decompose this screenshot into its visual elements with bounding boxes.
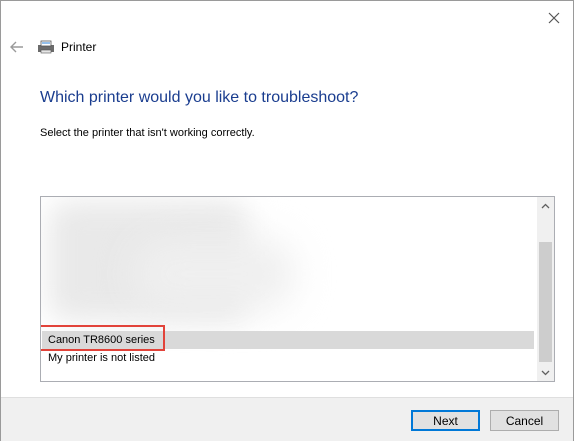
- printer-list-item-not-listed[interactable]: My printer is not listed: [42, 349, 534, 367]
- page-heading: Which printer would you like to troubles…: [40, 89, 359, 106]
- troubleshooter-window: Printer Which printer would you like to …: [0, 0, 574, 441]
- instruction-text: Select the printer that isn't working co…: [40, 127, 255, 139]
- window-title: Printer: [61, 40, 97, 54]
- back-button[interactable]: [7, 38, 27, 56]
- scroll-down-button[interactable]: [537, 364, 554, 381]
- blurred-printer-entries: [44, 199, 534, 327]
- scroll-thumb[interactable]: [539, 242, 552, 362]
- close-button[interactable]: [543, 7, 565, 29]
- printer-listbox[interactable]: Canon TR8600 series My printer is not li…: [40, 196, 555, 382]
- listbox-scrollbar[interactable]: [537, 197, 554, 381]
- printer-icon: [38, 40, 54, 54]
- next-button[interactable]: Next: [411, 410, 480, 431]
- chevron-up-icon: [541, 203, 550, 208]
- close-icon: [548, 12, 560, 24]
- dialog-footer: Next Cancel: [1, 397, 573, 441]
- printer-list-item-canon[interactable]: Canon TR8600 series: [42, 331, 534, 349]
- back-arrow-icon: [10, 41, 23, 53]
- cancel-button[interactable]: Cancel: [490, 410, 559, 431]
- chevron-down-icon: [541, 370, 550, 375]
- scroll-up-button[interactable]: [537, 197, 554, 214]
